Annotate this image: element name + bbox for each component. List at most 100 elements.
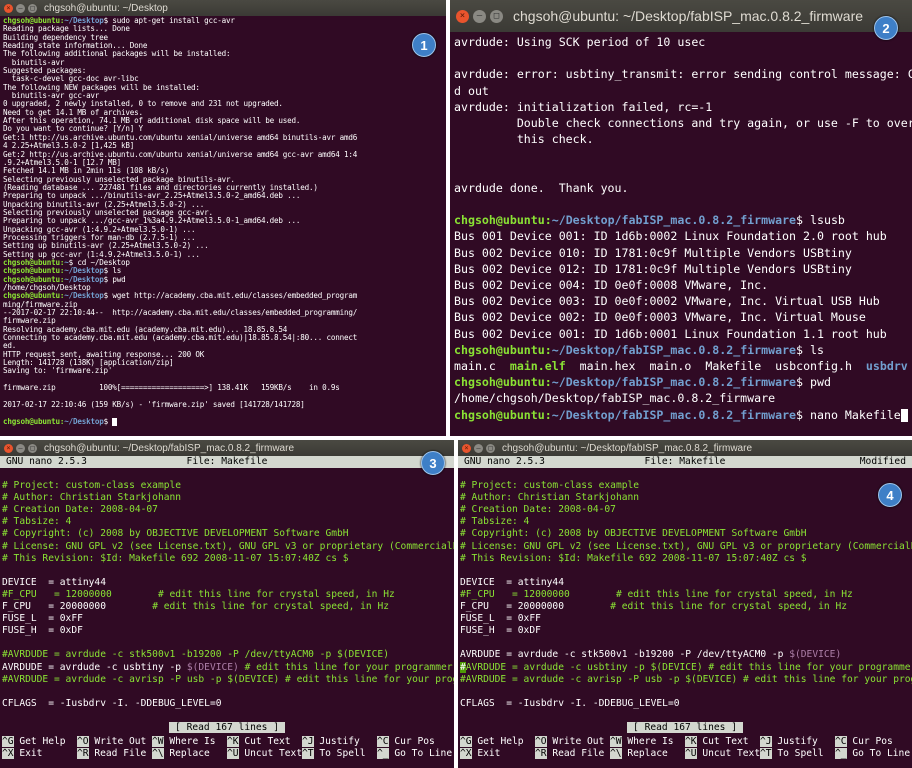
shortcut-item[interactable]: ^O Write Out bbox=[77, 736, 152, 748]
shortcut-item[interactable]: ^U Uncut Text bbox=[685, 748, 760, 760]
shortcut-item[interactable]: ^R Read File bbox=[535, 748, 610, 760]
make-variable: $(DEVICE) bbox=[789, 649, 842, 661]
code-line: # Project: custom-class example bbox=[460, 480, 912, 492]
close-icon[interactable]: × bbox=[462, 443, 471, 453]
code-line: # License: GNU GPL v2 (see License.txt),… bbox=[460, 541, 912, 553]
shortcut-key: ^J bbox=[302, 736, 314, 747]
code-line: # Copyright: (c) 2008 by OBJECTIVE DEVEL… bbox=[2, 528, 454, 540]
editor-buffer[interactable]: # Project: custom-class example # Author:… bbox=[0, 468, 454, 710]
var-name: DEVICE bbox=[2, 576, 37, 588]
title-bar[interactable]: × – □ chgsoh@ubuntu: ~/Desktop/fabISP_ma… bbox=[458, 440, 912, 456]
command-text: $ ls bbox=[796, 342, 824, 357]
var-name: F_CPU bbox=[2, 601, 31, 613]
minimize-icon[interactable]: – bbox=[473, 9, 486, 23]
output-text: Saving to: 'firmware.zip' bbox=[3, 366, 113, 376]
terminal-window-2[interactable]: × – □ chgsoh@ubuntu: ~/Desktop/fabISP_ma… bbox=[450, 0, 912, 436]
shortcut-row: ^X Exit ^R Read File ^\ Replace ^U Uncut Te… bbox=[2, 748, 454, 760]
shortcut-item[interactable]: ^\ Replace bbox=[152, 748, 227, 760]
terminal-line: The following additional packages will b… bbox=[3, 50, 443, 58]
shortcut-key: ^U bbox=[227, 748, 239, 759]
code-line: #AVRDUDE = avrdude -c avrisp -P usb -p $… bbox=[460, 674, 912, 686]
terminal-line: chgsoh@ubuntu:~/Desktop/fabISP_mac.0.8.2… bbox=[454, 342, 908, 358]
nano-window-3[interactable]: × – □ chgsoh@ubuntu: ~/Desktop/fabISP_ma… bbox=[0, 440, 454, 768]
title-bar[interactable]: × – □ chgsoh@ubuntu: ~/Desktop bbox=[0, 0, 446, 16]
terminal-window-1[interactable]: × – □ chgsoh@ubuntu: ~/Desktop chgsoh@ub… bbox=[0, 0, 446, 436]
var-name: AVRDUDE bbox=[2, 661, 43, 673]
close-icon[interactable]: × bbox=[456, 9, 469, 23]
shortcut-item[interactable]: ^O Write Out bbox=[535, 736, 610, 748]
code-line: AVRDUDE = avrdude -c stk500v1 -b19200 -P… bbox=[460, 649, 842, 661]
shortcut-item[interactable]: ^X Exit bbox=[2, 748, 77, 760]
close-icon[interactable]: × bbox=[4, 443, 13, 453]
shortcut-key: ^\ bbox=[610, 748, 622, 759]
shortcut-item[interactable]: ^_ Go To Line bbox=[835, 748, 910, 760]
maximize-icon[interactable]: □ bbox=[28, 3, 37, 13]
nano-header: GNU nano 2.5.3 File: Makefile bbox=[0, 456, 454, 468]
prompt-user: chgsoh@ubuntu: bbox=[454, 213, 552, 228]
nano-window-4[interactable]: × – □ chgsoh@ubuntu: ~/Desktop/fabISP_ma… bbox=[458, 440, 912, 768]
terminal-line: --2017-02-17 22:10:44-- http://academy.c… bbox=[3, 308, 443, 317]
shortcut-item[interactable]: ^G Get Help bbox=[460, 736, 535, 748]
shortcut-key: ^O bbox=[77, 736, 89, 747]
minimize-icon[interactable]: – bbox=[474, 443, 483, 453]
shortcut-item[interactable]: ^T To Spell bbox=[302, 748, 377, 760]
shortcut-item[interactable]: ^C Cur Pos bbox=[377, 736, 452, 748]
shortcut-item[interactable]: ^J Justify bbox=[302, 736, 377, 748]
shortcut-item[interactable]: ^_ Go To Line bbox=[377, 748, 452, 760]
terminal-line: Saving to: 'firmware.zip' bbox=[3, 367, 443, 375]
terminal-line: Bus 002 Device 010: ID 1781:0c9f Multipl… bbox=[454, 245, 908, 261]
maximize-icon[interactable]: □ bbox=[490, 9, 503, 23]
nano-version: GNU nano 2.5.3 bbox=[6, 456, 87, 467]
comment-line: #AVRDUDE = avrdude -c avrisp -P usb -p $… bbox=[460, 673, 912, 685]
status-message: [ Read 167 lines ] bbox=[0, 722, 454, 734]
shortcut-key: ^W bbox=[610, 736, 622, 747]
output-text: avrdude: Using SCK period of 10 usec bbox=[454, 35, 706, 49]
terminal-output[interactable]: avrdude: Using SCK period of 10 usec avr… bbox=[450, 32, 912, 425]
close-icon[interactable]: × bbox=[4, 3, 13, 13]
minimize-icon[interactable]: – bbox=[16, 3, 25, 13]
ls-entry: main.c bbox=[454, 359, 496, 374]
shortcut-key: ^K bbox=[227, 736, 239, 747]
terminal-line: chgsoh@ubuntu:~/Desktop/fabISP_mac.0.8.2… bbox=[454, 374, 908, 390]
ls-entry: main.hex bbox=[579, 359, 636, 374]
code-line: AVRDUDE = avrdude -c usbtiny -p $(DEVICE… bbox=[2, 661, 453, 673]
output-text: Bus 001 Device 001: ID 1d6b:0002 Linux F… bbox=[454, 229, 887, 244]
prompt-dir: ~/Desktop/fabISP_mac.0.8.2_firmware bbox=[551, 375, 797, 390]
shortcut-item[interactable]: ^W Where Is bbox=[610, 736, 685, 748]
shortcut-item[interactable]: ^R Read File bbox=[77, 748, 152, 760]
title-bar[interactable]: × – □ chgsoh@ubuntu: ~/Desktop/fabISP_ma… bbox=[450, 0, 912, 32]
maximize-icon[interactable]: □ bbox=[28, 443, 37, 453]
shortcut-item[interactable]: ^\ Replace bbox=[610, 748, 685, 760]
shortcut-label: Uncut Text bbox=[696, 748, 760, 759]
comment-line: # License: GNU GPL v2 (see License.txt),… bbox=[460, 540, 912, 552]
comment-line: # Copyright: (c) 2008 by OBJECTIVE DEVEL… bbox=[2, 528, 349, 540]
shortcut-item[interactable]: ^X Exit bbox=[460, 748, 535, 760]
shortcut-item[interactable]: ^T To Spell bbox=[760, 748, 835, 760]
shortcut-bar: ^G Get Help ^O Write Out ^W Where Is ^K Cut… bbox=[460, 736, 912, 760]
terminal-line: avrdude: error: usbtiny_transmit: error … bbox=[454, 66, 912, 82]
comment-line: # License: GNU GPL v2 (see License.txt),… bbox=[2, 540, 454, 552]
minimize-icon[interactable]: – bbox=[16, 443, 25, 453]
shortcut-item[interactable]: ^J Justify bbox=[760, 736, 835, 748]
shortcut-label: Cur Pos bbox=[388, 736, 435, 747]
output-text: Bus 002 Device 010: ID 1781:0c9f Multipl… bbox=[454, 245, 852, 260]
comment-line: # Author: Christian Starkjohann bbox=[460, 492, 640, 504]
shortcut-item[interactable]: ^K Cut Text bbox=[685, 736, 760, 748]
editor-buffer[interactable]: # Project: custom-class example # Author:… bbox=[458, 468, 912, 710]
shortcut-item[interactable]: ^C Cur Pos bbox=[835, 736, 910, 748]
nano-filename: File: Makefile bbox=[644, 456, 726, 467]
shortcut-label: Where Is bbox=[621, 736, 674, 747]
maximize-icon[interactable]: □ bbox=[486, 443, 495, 453]
shortcut-item[interactable]: ^W Where Is bbox=[152, 736, 227, 748]
var-value: 20000000 bbox=[59, 601, 106, 613]
shortcut-label: Get Help bbox=[471, 736, 524, 747]
shortcut-item[interactable]: ^K Cut Text bbox=[227, 736, 302, 748]
comment-line: #AVRDUDE = avrdude -c avrisp -P usb -p $… bbox=[2, 673, 454, 685]
code-line: # Tabsize: 4 bbox=[2, 516, 454, 528]
shortcut-item[interactable]: ^G Get Help bbox=[2, 736, 77, 748]
shortcut-item[interactable]: ^U Uncut Text bbox=[227, 748, 302, 760]
terminal-output[interactable]: chgsoh@ubuntu:~/Desktop$ sudo apt-get in… bbox=[0, 16, 446, 427]
title-bar[interactable]: × – □ chgsoh@ubuntu: ~/Desktop/fabISP_ma… bbox=[0, 440, 454, 456]
